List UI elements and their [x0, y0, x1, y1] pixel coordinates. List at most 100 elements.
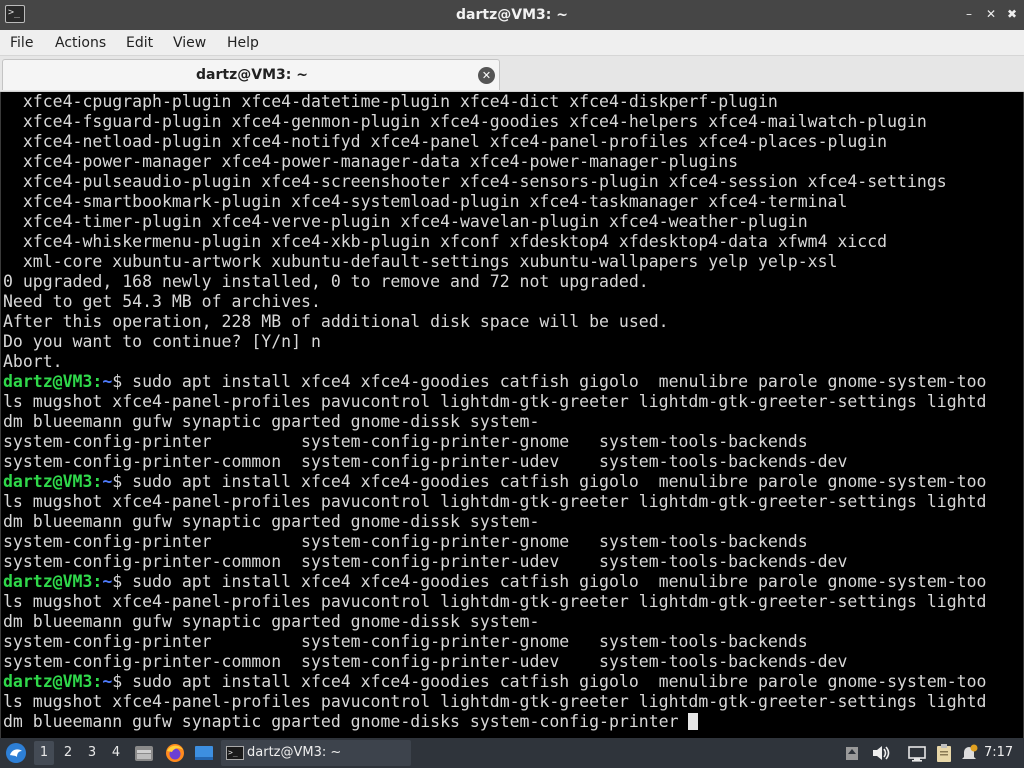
terminal-task-icon: >_ [226, 746, 244, 760]
output-text: ls mugshot xfce4-panel-profiles pavucont… [3, 492, 987, 511]
close-window-button[interactable]: ✖ [1004, 6, 1020, 22]
terminal-line: dm blueemann gufw synaptic gparted gnome… [3, 712, 1017, 732]
output-text: xfce4-timer-plugin xfce4-verve-plugin xf… [3, 212, 808, 231]
tray-up-icon[interactable] [845, 742, 859, 764]
terminal-line: 0 upgraded, 168 newly installed, 0 to re… [3, 272, 1017, 292]
command-text: sudo apt install xfce4 xfce4-goodies cat… [122, 372, 987, 391]
file-manager-icon[interactable] [133, 742, 155, 764]
network-icon[interactable] [906, 742, 928, 764]
output-text: system-config-printer system-config-prin… [3, 632, 808, 651]
output-text: system-config-printer system-config-prin… [3, 432, 808, 451]
output-text: xfce4-fsguard-plugin xfce4-genmon-plugin… [3, 112, 927, 131]
prompt-separator: : [92, 572, 103, 591]
menu-actions[interactable]: Actions [55, 30, 106, 56]
menu-edit[interactable]: Edit [126, 30, 153, 56]
terminal-line: xfce4-fsguard-plugin xfce4-genmon-plugin… [3, 112, 1017, 132]
terminal-line: system-config-printer-common system-conf… [3, 652, 1017, 672]
output-text: xfce4-smartbookmark-plugin xfce4-systeml… [3, 192, 848, 211]
output-text: system-config-printer system-config-prin… [3, 532, 808, 551]
prompt-user: dartz@VM3 [3, 472, 93, 491]
terminal-line: system-config-printer-common system-conf… [3, 452, 1017, 472]
workspace-1[interactable]: 1 [34, 741, 54, 765]
output-text: dm blueemann gufw synaptic gparted gnome… [3, 712, 689, 731]
prompt-path: ~ [102, 572, 113, 591]
workspace-4[interactable]: 4 [106, 741, 126, 765]
workspace-2[interactable]: 2 [58, 741, 78, 765]
terminal-line: xfce4-timer-plugin xfce4-verve-plugin xf… [3, 212, 1017, 232]
output-text: xfce4-pulseaudio-plugin xfce4-screenshoo… [3, 172, 947, 191]
desktop-icon[interactable] [193, 742, 215, 764]
menu-file[interactable]: File [10, 30, 33, 56]
minimize-button[interactable]: – [961, 6, 977, 22]
prompt-symbol: $ [112, 672, 123, 691]
prompt-line: dartz@VM3:~$ sudo apt install xfce4 xfce… [3, 672, 1017, 692]
notification-icon[interactable] [958, 742, 980, 764]
output-text: xfce4-whiskermenu-plugin xfce4-xkb-plugi… [3, 232, 888, 251]
tab-close-icon[interactable]: ✕ [478, 67, 495, 84]
prompt-line: dartz@VM3:~$ sudo apt install xfce4 xfce… [3, 372, 1017, 392]
terminal-line: xfce4-netload-plugin xfce4-notifyd xfce4… [3, 132, 1017, 152]
terminal-lines: xfce4-cpugraph-plugin xfce4-datetime-plu… [3, 92, 1017, 732]
menu-help[interactable]: Help [227, 30, 259, 56]
prompt-user: dartz@VM3 [3, 572, 93, 591]
prompt-path: ~ [102, 672, 113, 691]
prompt-symbol: $ [112, 472, 123, 491]
command-text: sudo apt install xfce4 xfce4-goodies cat… [122, 472, 987, 491]
output-text: dm blueemann gufw synaptic gparted gnome… [3, 612, 540, 631]
terminal-line: ls mugshot xfce4-panel-profiles pavucont… [3, 392, 1017, 412]
maximize-button[interactable]: ✕ [983, 6, 999, 22]
output-text: ls mugshot xfce4-panel-profiles pavucont… [3, 692, 987, 711]
prompt-separator: : [92, 672, 103, 691]
terminal-line: system-config-printer system-config-prin… [3, 432, 1017, 452]
terminal-line: dm blueemann gufw synaptic gparted gnome… [3, 512, 1017, 532]
workspace-3[interactable]: 3 [82, 741, 102, 765]
menubar: File Actions Edit View Help [0, 30, 1024, 56]
terminal-output[interactable]: xfce4-cpugraph-plugin xfce4-datetime-plu… [0, 92, 1024, 738]
terminal-line: Need to get 54.3 MB of archives. [3, 292, 1017, 312]
terminal-line: xfce4-power-manager xfce4-power-manager-… [3, 152, 1017, 172]
prompt-user: dartz@VM3 [3, 372, 93, 391]
clipboard-icon[interactable] [933, 742, 955, 764]
tab-bar: dartz@VM3: ~ ✕ [0, 56, 1024, 92]
output-text: ls mugshot xfce4-panel-profiles pavucont… [3, 592, 987, 611]
taskbar-terminal-task[interactable]: >_ dartz@VM3: ~ [221, 740, 411, 766]
menu-view[interactable]: View [173, 30, 206, 56]
terminal-line: ls mugshot xfce4-panel-profiles pavucont… [3, 692, 1017, 712]
prompt-symbol: $ [112, 372, 123, 391]
terminal-line: xfce4-cpugraph-plugin xfce4-datetime-plu… [3, 92, 1017, 112]
command-text: sudo apt install xfce4 xfce4-goodies cat… [122, 572, 987, 591]
task-label: dartz@VM3: ~ [247, 745, 342, 760]
terminal-line: system-config-printer system-config-prin… [3, 632, 1017, 652]
output-text: 0 upgraded, 168 newly installed, 0 to re… [3, 272, 649, 291]
terminal-line: xml-core xubuntu-artwork xubuntu-default… [3, 252, 1017, 272]
terminal-line: system-config-printer-common system-conf… [3, 552, 1017, 572]
command-text: sudo apt install xfce4 xfce4-goodies cat… [122, 672, 987, 691]
output-text: xml-core xubuntu-artwork xubuntu-default… [3, 252, 838, 271]
terminal-line: After this operation, 228 MB of addition… [3, 312, 1017, 332]
taskbar: 1 2 3 4 >_ dartz@VM3: ~ 7:17 [0, 738, 1024, 768]
terminal-line: xfce4-whiskermenu-plugin xfce4-xkb-plugi… [3, 232, 1017, 252]
tab-label: dartz@VM3: ~ [196, 67, 308, 83]
prompt-user: dartz@VM3 [3, 672, 93, 691]
prompt-symbol: $ [112, 572, 123, 591]
output-text: Need to get 54.3 MB of archives. [3, 292, 321, 311]
prompt-line: dartz@VM3:~$ sudo apt install xfce4 xfce… [3, 472, 1017, 492]
prompt-line: dartz@VM3:~$ sudo apt install xfce4 xfce… [3, 572, 1017, 592]
prompt-path: ~ [102, 372, 113, 391]
prompt-separator: : [92, 372, 103, 391]
output-text: Abort. [3, 352, 63, 371]
output-text: xfce4-netload-plugin xfce4-notifyd xfce4… [3, 132, 888, 151]
prompt-separator: : [92, 472, 103, 491]
output-text: xfce4-power-manager xfce4-power-manager-… [3, 152, 739, 171]
window-titlebar[interactable]: >_ dartz@VM3: ~ – ✕ ✖ [0, 0, 1024, 30]
output-text: system-config-printer-common system-conf… [3, 552, 848, 571]
start-menu-icon[interactable] [5, 742, 27, 764]
output-text: dm blueemann gufw synaptic gparted gnome… [3, 412, 540, 431]
output-text: After this operation, 228 MB of addition… [3, 312, 669, 331]
volume-icon[interactable] [870, 742, 892, 764]
output-text: system-config-printer-common system-conf… [3, 652, 848, 671]
terminal-tab[interactable]: dartz@VM3: ~ ✕ [2, 59, 500, 90]
clock[interactable]: 7:17 [984, 738, 1013, 768]
firefox-icon[interactable] [164, 742, 186, 764]
terminal-cursor [688, 713, 699, 730]
